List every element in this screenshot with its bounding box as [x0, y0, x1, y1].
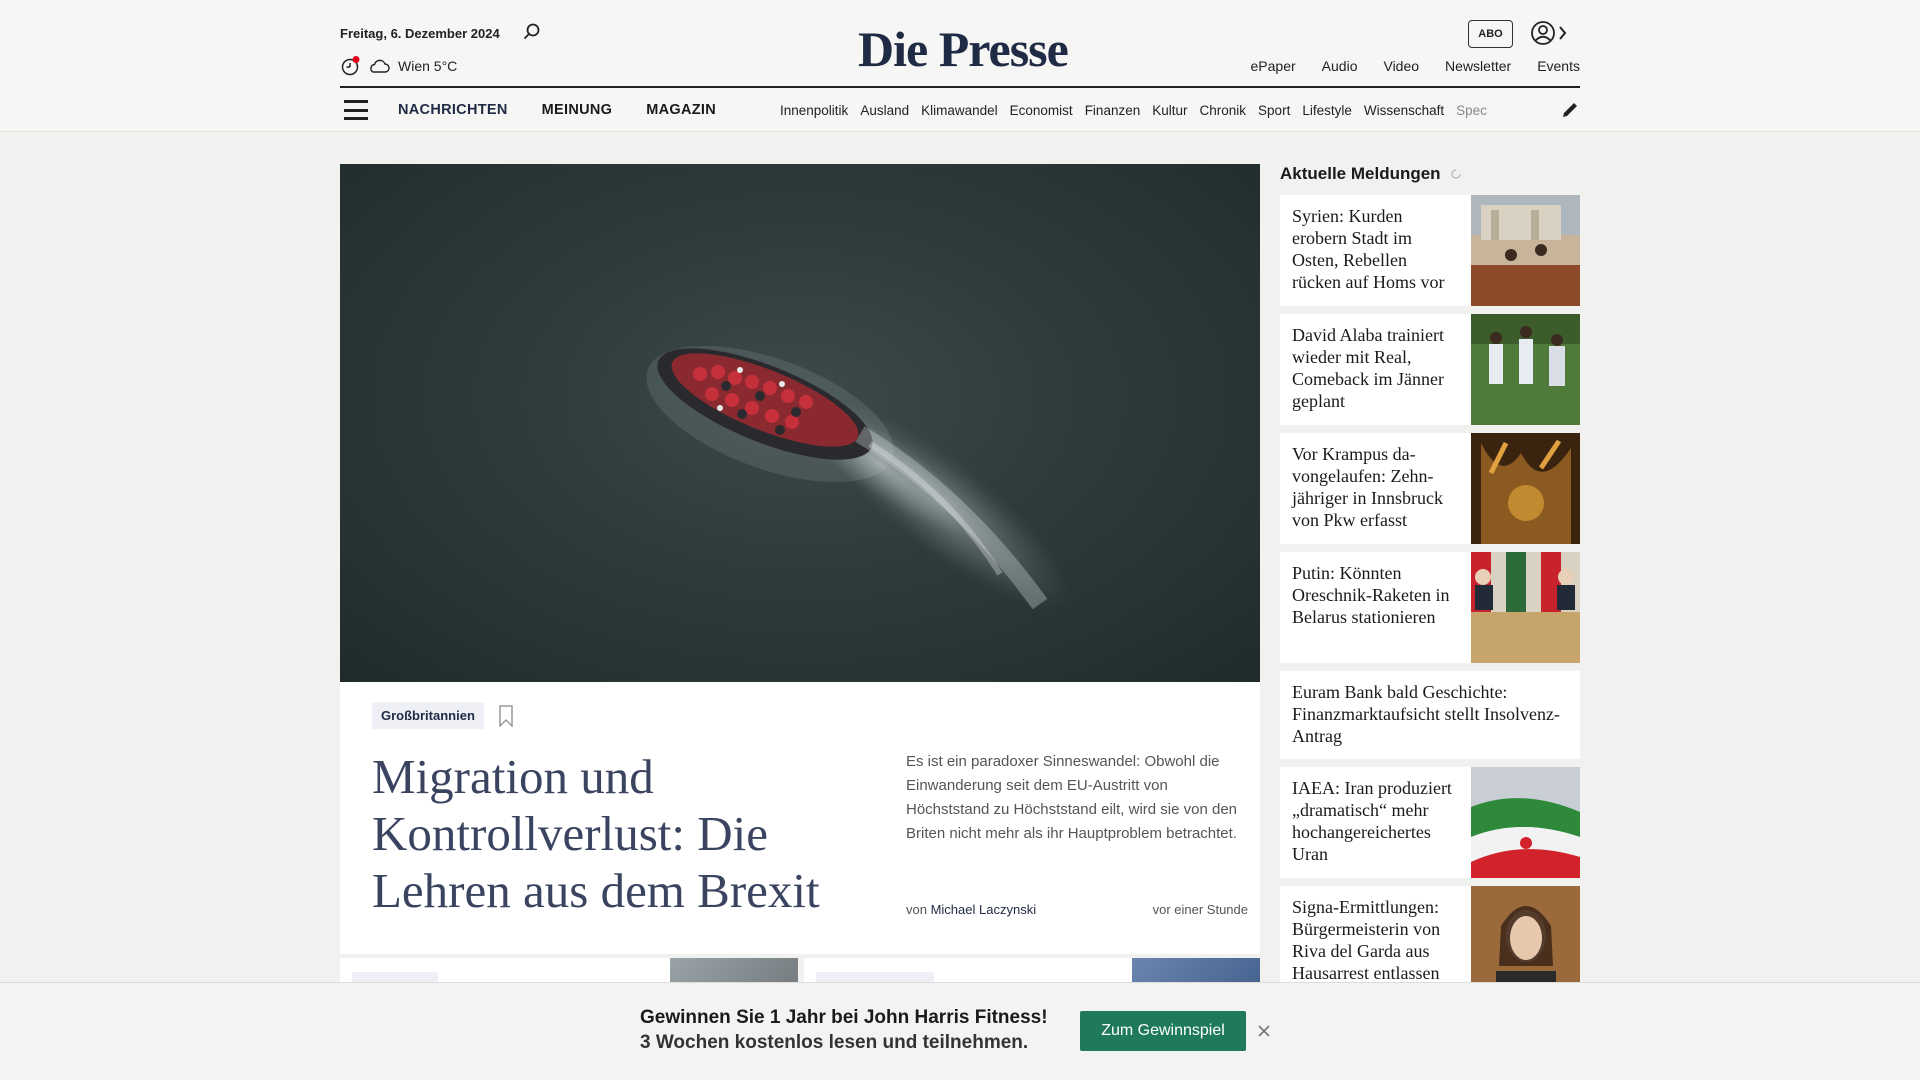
- nav-sub-item[interactable]: Finanzen: [1085, 103, 1141, 118]
- latest-news-list: Syrien: Kurden erobern Stadt im Osten, R…: [1280, 195, 1580, 1005]
- news-thumbnail[interactable]: [1471, 314, 1580, 425]
- news-thumbnail[interactable]: [1471, 433, 1580, 544]
- link-video[interactable]: Video: [1383, 58, 1419, 74]
- link-audio[interactable]: Audio: [1322, 58, 1358, 74]
- service-links: ePaper Audio Video Newsletter Events: [1251, 58, 1580, 74]
- news-thumbnail[interactable]: [1471, 886, 1580, 997]
- nav-sub-item[interactable]: Sport: [1258, 103, 1290, 118]
- weather-widget[interactable]: Wien 5°C: [340, 56, 457, 76]
- current-date: Freitag, 6. Dezember 2024: [340, 26, 500, 41]
- link-epaper[interactable]: ePaper: [1251, 58, 1296, 74]
- bookmark-icon[interactable]: [498, 705, 514, 727]
- news-item[interactable]: Putin: Könnten Oreschnik-Raketen in Bela…: [1280, 552, 1580, 663]
- user-account-icon[interactable]: [1530, 20, 1570, 46]
- weather-text: Wien 5°C: [398, 58, 458, 74]
- news-item[interactable]: Signa-Ermittlungen: Bürgermeisterin von …: [1280, 886, 1580, 997]
- cloud-icon: [370, 59, 390, 73]
- news-item-headline[interactable]: Putin: Könnten Oreschnik-Raketen in Bela…: [1280, 552, 1471, 663]
- nav-sub-item[interactable]: Kultur: [1152, 103, 1187, 118]
- close-icon[interactable]: [1256, 1023, 1272, 1039]
- site-logo[interactable]: Die Presse: [858, 20, 1069, 78]
- nav-sub-item[interactable]: Ausland: [860, 103, 909, 118]
- site-header: Freitag, 6. Dezember 2024 Wien 5°C Die P…: [0, 0, 1920, 132]
- news-item-headline[interactable]: Euram Bank bald Geschichte: Finanzmarkta…: [1280, 671, 1580, 759]
- hero-image[interactable]: [340, 164, 1260, 682]
- hero-article[interactable]: Großbritannien Migration und Kontrollver…: [340, 164, 1260, 954]
- news-item[interactable]: David Alaba trainiert wieder mit Real, C…: [1280, 314, 1580, 425]
- byline-prefix: von: [906, 902, 927, 917]
- clock-icon[interactable]: [340, 56, 360, 76]
- promo-text: Gewinnen Sie 1 Jahr bei John Harris Fitn…: [640, 1005, 1048, 1055]
- main-navigation: NACHRICHTEN MEINUNG MAGAZIN Innenpolitik…: [340, 92, 1580, 128]
- abo-button[interactable]: ABO: [1468, 20, 1513, 48]
- nav-sub-item[interactable]: Klimawandel: [921, 103, 998, 118]
- news-thumbnail[interactable]: [1471, 767, 1580, 878]
- news-item-headline[interactable]: Signa-Ermittlungen: Bürgermeisterin von …: [1280, 886, 1471, 997]
- nav-meinung[interactable]: MEINUNG: [542, 102, 613, 118]
- nav-sub-item[interactable]: Economist: [1010, 103, 1073, 118]
- author-link[interactable]: Michael Laczynski: [931, 902, 1037, 917]
- nav-main-sections: NACHRICHTEN MEINUNG MAGAZIN: [398, 102, 716, 118]
- promo-banner: Gewinnen Sie 1 Jahr bei John Harris Fitn…: [0, 982, 1920, 1080]
- search-icon[interactable]: [522, 22, 542, 42]
- hamburger-menu-icon[interactable]: [344, 100, 368, 120]
- article-byline: von Michael Laczynski: [906, 902, 1036, 917]
- link-newsletter[interactable]: Newsletter: [1445, 58, 1511, 74]
- news-thumbnail[interactable]: [1471, 195, 1580, 306]
- article-timestamp: vor einer Stunde: [1152, 902, 1248, 917]
- link-events[interactable]: Events: [1537, 58, 1580, 74]
- article-category-tag[interactable]: Großbritannien: [372, 702, 484, 729]
- nav-sub-item[interactable]: Lifestyle: [1302, 103, 1352, 118]
- promo-line-2: 3 Wochen kostenlos lesen und teilnehmen.: [640, 1032, 1029, 1053]
- news-thumbnail[interactable]: [1471, 552, 1580, 663]
- nav-sub-item[interactable]: Innenpolitik: [780, 103, 848, 118]
- promo-cta-button[interactable]: Zum Gewinnspiel: [1080, 1011, 1246, 1051]
- news-item[interactable]: Syrien: Kurden erobern Stadt im Osten, R…: [1280, 195, 1580, 306]
- promo-line-1: Gewinnen Sie 1 Jahr bei John Harris Fitn…: [640, 1007, 1048, 1028]
- news-item-headline[interactable]: David Alaba trainiert wieder mit Real, C…: [1280, 314, 1471, 425]
- news-item-headline[interactable]: IAEA: Iran produziert „drama­tisch“ mehr…: [1280, 767, 1471, 878]
- news-item[interactable]: Vor Krampus da­vongelaufen: Zehn­jährige…: [1280, 433, 1580, 544]
- news-item[interactable]: IAEA: Iran produziert „drama­tisch“ mehr…: [1280, 767, 1580, 878]
- sidebar-heading: Aktuelle Meldungen: [1280, 164, 1463, 184]
- nav-nachrichten[interactable]: NACHRICHTEN: [398, 102, 508, 118]
- nav-sub-item[interactable]: Chronik: [1200, 103, 1247, 118]
- news-item-headline[interactable]: Syrien: Kurden erobern Stadt im Osten, R…: [1280, 195, 1471, 306]
- pencil-edit-icon[interactable]: [1560, 100, 1580, 120]
- article-headline[interactable]: Migration und Kontrollverlust: Die Lehre…: [372, 748, 872, 919]
- refresh-icon[interactable]: [1449, 167, 1463, 181]
- nav-subsections: Innenpolitik Ausland Klimawandel Economi…: [780, 103, 1538, 118]
- nav-divider: [340, 86, 1580, 88]
- article-teaser: Es ist ein paradoxer Sinneswandel: Obwoh…: [906, 753, 1238, 842]
- boat-aerial-photo: [646, 345, 1070, 610]
- nav-sub-item[interactable]: Wissenschaft: [1364, 103, 1444, 118]
- news-item[interactable]: Euram Bank bald Geschichte: Finanzmarkta…: [1280, 671, 1580, 759]
- nav-sub-item[interactable]: Spec: [1456, 103, 1487, 118]
- nav-magazin[interactable]: MAGAZIN: [646, 102, 716, 118]
- news-item-headline[interactable]: Vor Krampus da­vongelaufen: Zehn­jährige…: [1280, 433, 1471, 544]
- sidebar-title-text: Aktuelle Meldungen: [1280, 164, 1441, 183]
